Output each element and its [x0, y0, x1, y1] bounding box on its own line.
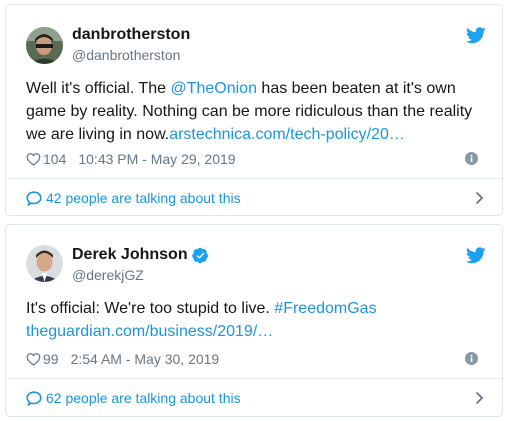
- tweet-text-part: It's official: We're too stupid to live.: [26, 300, 275, 317]
- talking-count[interactable]: 42 people are talking about this: [46, 189, 241, 207]
- conversation-link[interactable]: 62 people are talking about this: [6, 379, 502, 417]
- tweet-text: Well it's official. The @TheOnion has be…: [26, 77, 484, 146]
- author-block[interactable]: Derek Johnson @derekjGZ: [72, 245, 209, 284]
- hashtag-link[interactable]: #FreedomGas: [274, 300, 376, 317]
- like-count[interactable]: 104: [43, 151, 66, 167]
- article-link[interactable]: theguardian.com/business/2019/…: [26, 323, 273, 340]
- author-block[interactable]: danbrotherston @danbrotherston: [72, 25, 190, 64]
- like-count[interactable]: 99: [43, 351, 59, 367]
- chevron-right-icon[interactable]: [475, 191, 484, 205]
- tweet-card[interactable]: danbrotherston @danbrotherston Well it's…: [5, 4, 503, 216]
- speech-bubble-icon: [26, 191, 42, 206]
- timestamp[interactable]: 10:43 PM - May 29, 2019: [78, 151, 235, 167]
- heart-icon[interactable]: [26, 352, 41, 366]
- tweet-header: danbrotherston @danbrotherston: [6, 5, 502, 71]
- avatar[interactable]: [26, 27, 63, 64]
- tweet-text-part: Well it's official. The: [26, 80, 171, 97]
- talking-count[interactable]: 62 people are talking about this: [46, 389, 241, 407]
- article-link[interactable]: arstechnica.com/tech-policy/20…: [169, 126, 405, 143]
- tweet-text: It's official: We're too stupid to live.…: [26, 297, 484, 343]
- info-icon[interactable]: [465, 352, 478, 365]
- avatar[interactable]: [26, 245, 63, 282]
- twitter-bird-icon[interactable]: [466, 27, 486, 44]
- tweet-meta: 99 2:54 AM - May 30, 2019: [26, 350, 484, 368]
- mention-link[interactable]: @TheOnion: [170, 80, 257, 97]
- tweet-header: Derek Johnson @derekjGZ: [6, 225, 502, 291]
- author-handle[interactable]: @danbrotherston: [72, 46, 190, 64]
- timestamp[interactable]: 2:54 AM - May 30, 2019: [71, 351, 220, 367]
- twitter-bird-icon[interactable]: [466, 247, 486, 264]
- name-row: Derek Johnson: [72, 245, 209, 265]
- author-handle[interactable]: @derekjGZ: [72, 266, 209, 284]
- verified-badge-icon: [191, 247, 209, 264]
- info-icon[interactable]: [465, 152, 478, 165]
- tweet-meta: 104 10:43 PM - May 29, 2019: [26, 150, 484, 168]
- chevron-right-icon[interactable]: [475, 391, 484, 405]
- tweet-card[interactable]: Derek Johnson @derekjGZ It's official: W…: [5, 224, 503, 417]
- heart-icon[interactable]: [26, 152, 41, 166]
- author-display-name[interactable]: Derek Johnson: [72, 245, 188, 265]
- conversation-link[interactable]: 42 people are talking about this: [6, 179, 502, 217]
- speech-bubble-icon: [26, 391, 42, 406]
- author-display-name[interactable]: danbrotherston: [72, 25, 190, 45]
